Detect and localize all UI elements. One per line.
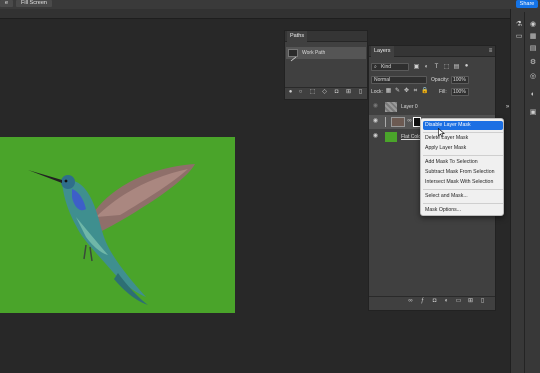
link-icon[interactable]: ∞ xyxy=(406,118,413,125)
paths-panel-header: Paths xyxy=(285,31,367,42)
menu-separator xyxy=(423,189,503,190)
load-selection-icon[interactable]: ⬚ xyxy=(309,89,316,96)
new-path-icon[interactable]: ⊞ xyxy=(345,89,352,96)
menu-item-delete-layer-mask[interactable]: Delete Layer Mask xyxy=(423,134,503,143)
blend-mode-value: Normal xyxy=(374,77,391,83)
options-bar: e Fill Screen Share xyxy=(0,0,540,9)
layer-thumbnail xyxy=(391,117,405,127)
move-icon[interactable]: ✥ xyxy=(403,88,410,95)
layer-name: Layer 0 xyxy=(401,104,418,110)
lock-icon[interactable]: 🔒 xyxy=(421,88,428,95)
eye-icon[interactable]: ◉ xyxy=(372,118,379,125)
layers-panel-header: Layers ≡ xyxy=(369,46,495,57)
artboard-icon[interactable]: ⌗ xyxy=(412,88,419,95)
menu-item-select-and-mask[interactable]: Select and Mask... xyxy=(423,192,503,201)
new-layer-icon[interactable]: ⊞ xyxy=(467,298,474,305)
menu-item-disable-layer-mask[interactable]: Disable Layer Mask xyxy=(423,121,503,130)
properties-icon[interactable]: ⚙ xyxy=(529,59,537,67)
adjustments-icon[interactable]: ◐ xyxy=(529,91,537,99)
fx-icon[interactable]: ƒ xyxy=(419,298,426,305)
eye-icon[interactable]: ◉ xyxy=(372,103,379,110)
paths-panel: Paths Work Path ● ○ ⬚ ◇ ◘ ⊞ ▯ xyxy=(284,30,368,100)
lock-transparency-icon[interactable]: ▦ xyxy=(385,88,392,95)
layers-icon[interactable]: ▣ xyxy=(529,109,537,117)
toolbar-divider xyxy=(524,12,525,373)
comment-icon[interactable]: ▭ xyxy=(515,33,523,41)
path-name: Work Path xyxy=(302,50,326,56)
paths-footer-divider xyxy=(285,87,367,88)
share-button[interactable]: Share xyxy=(516,0,538,8)
filter-adjustment-icon[interactable]: ◐ xyxy=(423,64,430,71)
mask-icon[interactable]: ◘ xyxy=(431,298,438,305)
history-icon[interactable]: ⚗ xyxy=(515,21,523,29)
opacity-field[interactable]: 100% xyxy=(451,76,469,84)
fill-label: Fill: xyxy=(439,89,447,95)
layers-footer-divider xyxy=(369,296,495,297)
filter-shape-icon[interactable]: ⬚ xyxy=(443,64,450,71)
eye-icon[interactable]: ◉ xyxy=(529,21,537,29)
menu-item-subtract-mask-from-selection[interactable]: Subtract Mask From Selection xyxy=(423,168,503,177)
document-tab-bar xyxy=(0,9,510,19)
layer-name: Flat Colo xyxy=(401,134,422,140)
path-row-work-path[interactable]: Work Path xyxy=(286,47,366,62)
layer-row[interactable]: ◉ Layer 0 xyxy=(369,100,495,114)
fit-screen-button[interactable]: e xyxy=(0,0,14,7)
opacity-value: 100% xyxy=(453,77,466,83)
right-toolbar: ⚗ ▭ ◉ ▦ ▤ ⚙ ◎ ◐ ▣ xyxy=(510,9,540,373)
app-window: e Fill Screen Share Paths Work Path ● ○ … xyxy=(0,0,540,373)
link-layers-icon[interactable]: ∞ xyxy=(407,298,414,305)
eye-icon[interactable]: ◉ xyxy=(372,133,379,140)
layer-mask-context-menu: Disable Layer Mask Delete Layer Mask App… xyxy=(420,118,504,216)
menu-item-intersect-mask-with-selection[interactable]: Intersect Mask With Selection xyxy=(423,178,503,187)
filter-type-icon[interactable]: T xyxy=(433,64,440,71)
filter-pixel-icon[interactable]: ▣ xyxy=(413,64,420,71)
tab-paths[interactable]: Paths xyxy=(287,31,308,42)
filter-toggle-icon[interactable]: ● xyxy=(463,63,470,70)
fill-field[interactable]: 100% xyxy=(451,88,469,96)
channels-icon[interactable]: ◎ xyxy=(529,73,537,81)
tab-layers[interactable]: Layers xyxy=(371,46,394,57)
menu-item-mask-options[interactable]: Mask Options... xyxy=(423,206,503,215)
path-thumbnail xyxy=(288,49,298,62)
add-mask-icon[interactable]: ◘ xyxy=(333,89,340,96)
menu-separator xyxy=(423,203,503,204)
brush-icon[interactable]: ✎ xyxy=(394,88,401,95)
menu-separator xyxy=(423,155,503,156)
fill-value: 100% xyxy=(453,89,466,95)
search-icon: ⌕ xyxy=(374,64,377,70)
canvas-image[interactable] xyxy=(0,137,235,313)
filter-kind-label: Kind xyxy=(381,64,392,70)
blend-mode-select[interactable]: Normal xyxy=(371,76,427,84)
fill-screen-button[interactable]: Fill Screen xyxy=(16,0,52,7)
folder-icon[interactable]: ▭ xyxy=(455,298,462,305)
trash-icon[interactable]: ▯ xyxy=(479,298,486,305)
swatches-icon[interactable]: ▤ xyxy=(529,45,537,53)
layer-filter-select[interactable]: ⌕ Kind xyxy=(371,63,409,71)
grid-icon[interactable]: ▦ xyxy=(529,33,537,41)
stroke-path-icon[interactable]: ○ xyxy=(297,89,304,96)
panel-menu-icon[interactable]: ≡ xyxy=(487,48,494,55)
clip-indicator xyxy=(385,117,389,127)
menu-separator xyxy=(423,132,503,133)
menu-item-apply-layer-mask[interactable]: Apply Layer Mask xyxy=(423,144,503,153)
delete-path-icon[interactable]: ▯ xyxy=(357,89,364,96)
adjustment-layer-icon[interactable]: ◐ xyxy=(443,298,450,305)
layer-thumbnail xyxy=(385,102,397,112)
path-thumbnail-icon xyxy=(290,56,297,62)
opacity-label: Opacity: xyxy=(431,77,450,83)
layer-thumbnail xyxy=(385,132,397,142)
cursor-icon xyxy=(438,128,445,138)
hummingbird-image xyxy=(28,164,195,305)
lock-label: Lock: xyxy=(371,89,383,95)
make-work-path-icon[interactable]: ◇ xyxy=(321,89,328,96)
menu-item-add-mask-to-selection[interactable]: Add Mask To Selection xyxy=(423,158,503,167)
filter-smart-object-icon[interactable]: ▤ xyxy=(453,64,460,71)
fill-path-icon[interactable]: ● xyxy=(287,89,294,96)
